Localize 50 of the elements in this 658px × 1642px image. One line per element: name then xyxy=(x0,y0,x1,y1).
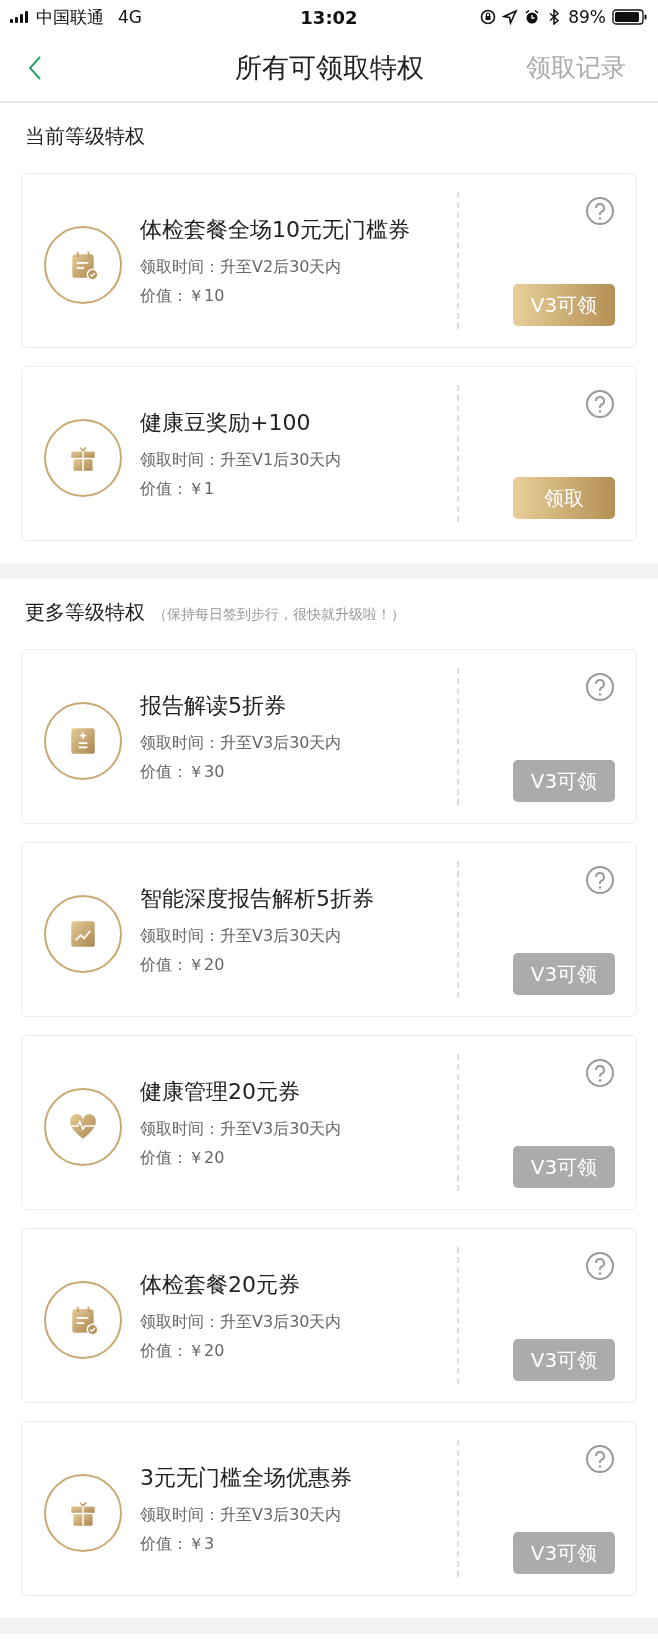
battery-percent: 89% xyxy=(568,7,606,27)
claim-period: 领取时间：升至V3后30天内 xyxy=(140,925,343,947)
coupon-value: 价值：￥20 xyxy=(140,1340,226,1362)
back-icon xyxy=(28,54,42,81)
claim-button[interactable]: V3可领 xyxy=(513,284,615,326)
coupon-value: 价值：￥20 xyxy=(140,954,226,976)
claim-period: 领取时间：升至V1后30天内 xyxy=(140,449,342,471)
claim-button[interactable]: V3可领 xyxy=(513,1339,615,1381)
coupon-value: 价值：￥3 xyxy=(140,1533,216,1555)
battery-icon xyxy=(612,9,648,25)
claim-button[interactable]: V3可领 xyxy=(513,1146,615,1188)
section-hint: （保持每日签到步行，很快就升级啦！） xyxy=(153,606,405,624)
coupon-title: 健康豆奖励+100 xyxy=(140,408,312,437)
coupon-title: 报告解读5折券 xyxy=(140,691,287,720)
claim-period: 领取时间：升至V3后30天内 xyxy=(140,1504,343,1526)
claim-period: 领取时间：升至V3后30天内 xyxy=(140,1118,342,1140)
signal-icon xyxy=(10,11,30,23)
alarm-icon xyxy=(524,9,541,25)
help-icon xyxy=(585,865,615,895)
coupon-value: 价值：￥10 xyxy=(140,285,226,307)
coupon-value: 价值：￥1 xyxy=(140,478,216,500)
coupon-title: 体检套餐20元券 xyxy=(140,1270,301,1299)
help-icon xyxy=(585,1251,615,1281)
page-title: 所有可领取特权 xyxy=(234,50,424,85)
clock-time: 13:02 xyxy=(300,6,358,28)
help-icon xyxy=(585,672,615,702)
help-icon xyxy=(585,1444,615,1474)
coupon-title: 体检套餐全场10元无门槛券 xyxy=(140,215,410,244)
section-title: 当前等级特权 xyxy=(25,123,145,150)
rotation-lock-icon xyxy=(480,9,497,25)
claim-button[interactable]: V3可领 xyxy=(513,760,615,802)
location-icon xyxy=(502,9,519,25)
section-title: 更多等级特权 xyxy=(25,599,145,626)
carrier-name: 中国联通 xyxy=(36,5,104,29)
claim-period: 领取时间：升至V3后30天内 xyxy=(140,1311,342,1333)
help-icon xyxy=(585,389,615,419)
claim-period: 领取时间：升至V2后30天内 xyxy=(140,256,343,278)
help-icon xyxy=(585,1058,615,1088)
coupon-title: 3元无门槛全场优惠券 xyxy=(140,1463,352,1492)
coupon-title: 智能深度报告解析5折券 xyxy=(140,884,374,913)
coupon-value: 价值：￥30 xyxy=(140,761,226,783)
network-type: 4G xyxy=(118,7,142,27)
coupon-value: 价值：￥20 xyxy=(140,1147,226,1169)
history-link[interactable]: 领取记录 xyxy=(526,51,626,84)
claim-button[interactable]: 领取 xyxy=(513,477,615,519)
coupon-title: 健康管理20元券 xyxy=(140,1077,301,1106)
claim-period: 领取时间：升至V3后30天内 xyxy=(140,732,342,754)
help-icon xyxy=(585,196,615,226)
claim-button[interactable]: V3可领 xyxy=(513,953,615,995)
claim-button[interactable]: V3可领 xyxy=(513,1532,615,1574)
